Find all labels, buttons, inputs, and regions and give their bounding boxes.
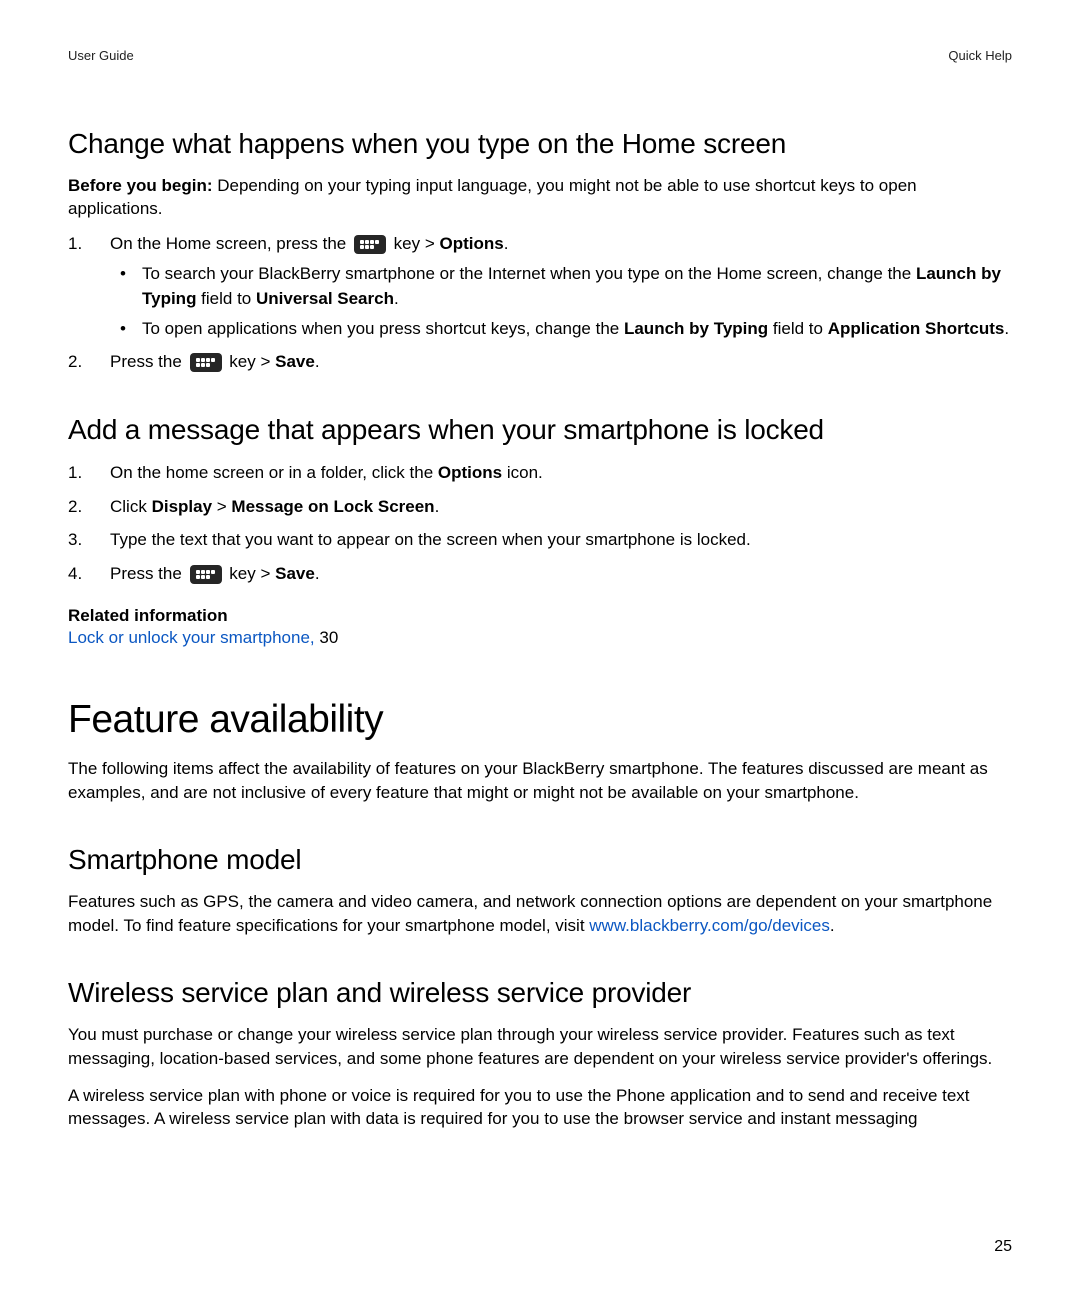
step-1: On the home screen or in a folder, click…: [68, 460, 1012, 486]
step-3: Type the text that you want to appear on…: [68, 527, 1012, 553]
link-bb-devices[interactable]: www.blackberry.com/go/devices: [589, 916, 830, 935]
bb-menu-key-icon: [190, 353, 222, 372]
steps-list: On the Home screen, press the key > Opti…: [68, 231, 1012, 374]
section-heading: Smartphone model: [68, 844, 1012, 876]
link-lock-unlock[interactable]: Lock or unlock your smartphone,: [68, 628, 319, 647]
section-smartphone-model: Smartphone model Features such as GPS, t…: [68, 844, 1012, 937]
section-lock-message: Add a message that appears when your sma…: [68, 414, 1012, 648]
related-link-row: Lock or unlock your smartphone, 30: [68, 628, 1012, 648]
document-page: User Guide Quick Help Change what happen…: [0, 0, 1080, 1180]
header-left: User Guide: [68, 48, 134, 63]
bullet-app-shortcuts: To open applications when you press shor…: [110, 317, 1012, 341]
sub-bullets: To search your BlackBerry smartphone or …: [110, 262, 1012, 340]
section-heading: Wireless service plan and wireless servi…: [68, 977, 1012, 1009]
wireless-p2: A wireless service plan with phone or vo…: [68, 1084, 1012, 1131]
before-you-begin: Before you begin: Depending on your typi…: [68, 174, 1012, 221]
step-1: On the Home screen, press the key > Opti…: [68, 231, 1012, 341]
step-4: Press the key > Save.: [68, 561, 1012, 587]
bb-menu-key-icon: [190, 565, 222, 584]
before-label: Before you begin:: [68, 176, 217, 195]
feature-availability-heading: Feature availability: [68, 698, 1012, 742]
page-number: 25: [994, 1238, 1012, 1256]
model-text: Features such as GPS, the camera and vid…: [68, 890, 1012, 937]
section-heading: Change what happens when you type on the…: [68, 128, 1012, 160]
header-right: Quick Help: [948, 48, 1012, 63]
section-heading: Add a message that appears when your sma…: [68, 414, 1012, 446]
page-header: User Guide Quick Help: [68, 48, 1012, 63]
bb-menu-key-icon: [354, 235, 386, 254]
section-wireless-plan: Wireless service plan and wireless servi…: [68, 977, 1012, 1131]
bullet-universal-search: To search your BlackBerry smartphone or …: [110, 262, 1012, 310]
wireless-p1: You must purchase or change your wireles…: [68, 1023, 1012, 1070]
step-2: Press the key > Save.: [68, 349, 1012, 375]
feature-intro: The following items affect the availabil…: [68, 757, 1012, 804]
related-information-heading: Related information: [68, 606, 1012, 626]
step-2: Click Display > Message on Lock Screen.: [68, 494, 1012, 520]
section-change-home-typing: Change what happens when you type on the…: [68, 128, 1012, 374]
steps-list: On the home screen or in a folder, click…: [68, 460, 1012, 586]
